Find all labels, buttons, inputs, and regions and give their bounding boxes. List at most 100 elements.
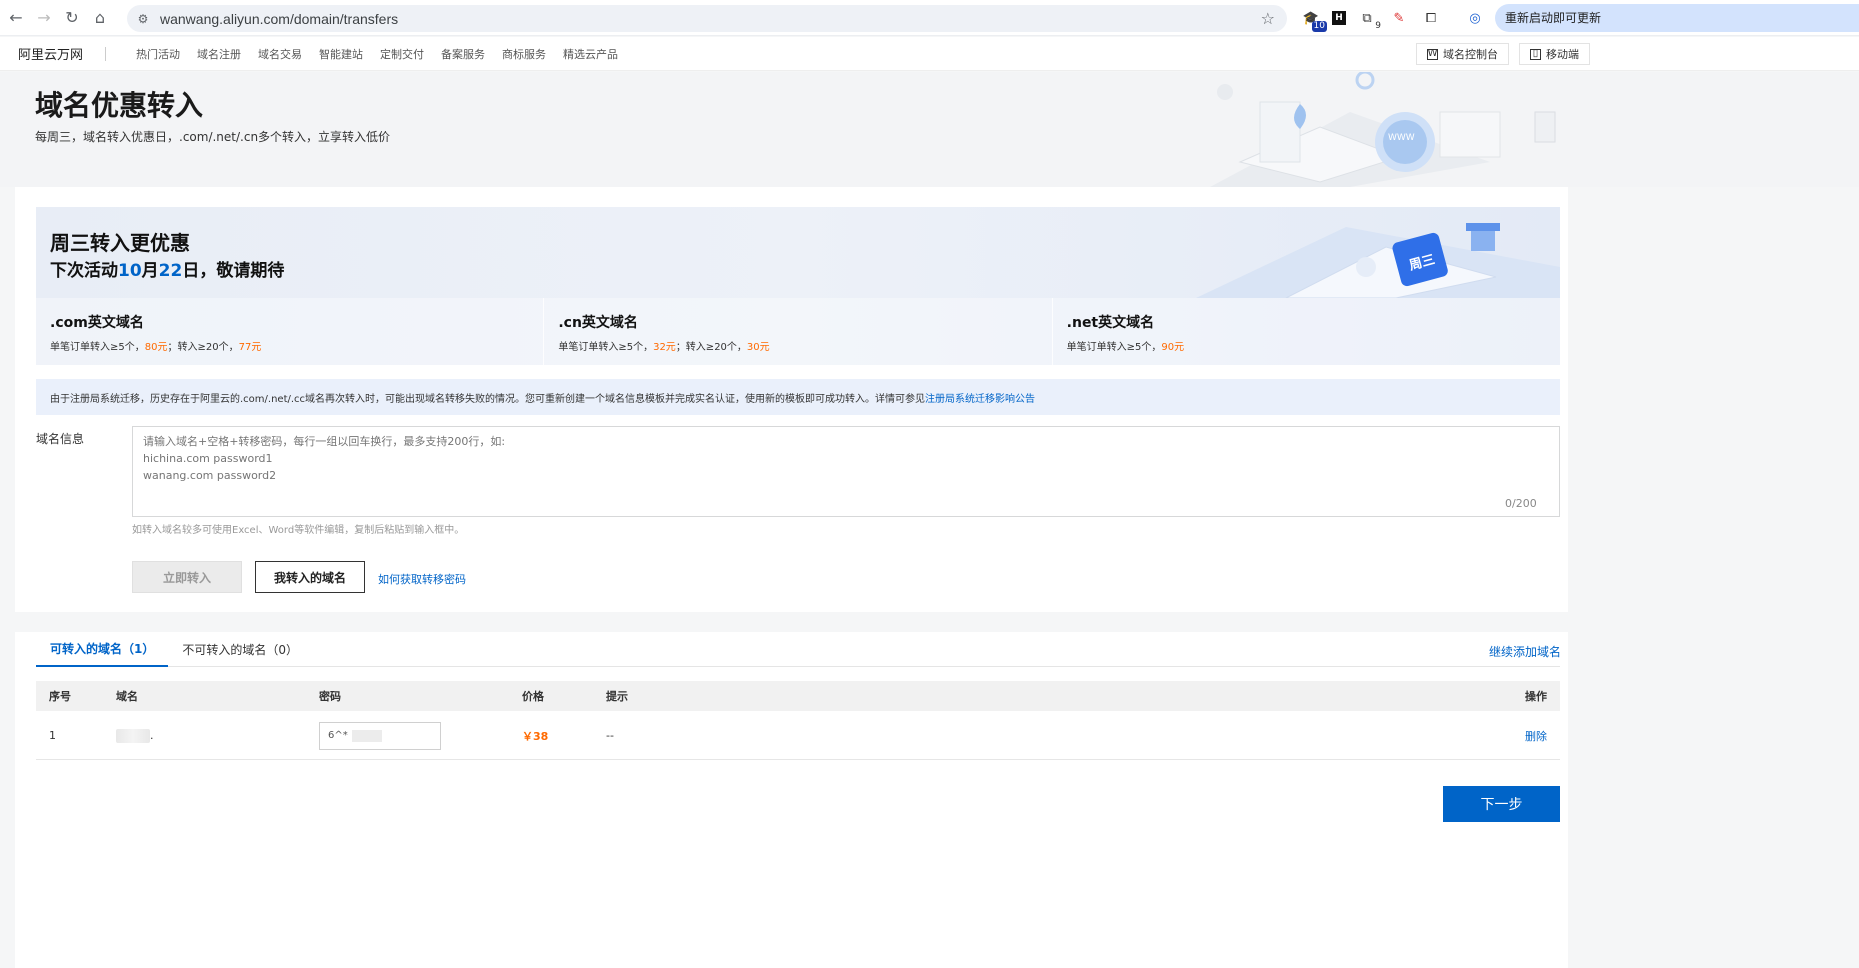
promo-cell-cn: .cn英文域名 单笔订单转入≥5个，32元；转入≥20个，30元 — [544, 298, 1053, 365]
my-transfers-button[interactable]: 我转入的域名 — [255, 561, 365, 593]
browser-toolbar: ← → ↻ ⌂ ⚙ wanwang.aliyun.com/domain/tran… — [0, 0, 1859, 36]
nav-item-custom-delivery[interactable]: 定制交付 — [380, 46, 424, 62]
promo-day: 22 — [158, 261, 183, 281]
promo-cell-desc: 单笔订单转入≥5个，80元；转入≥20个，77元 — [50, 338, 543, 353]
extension-icon-4[interactable]: ✎ — [1388, 7, 1410, 29]
address-bar[interactable]: ⚙ wanwang.aliyun.com/domain/transfers ☆ — [127, 5, 1287, 32]
price-text: 32元 — [653, 342, 676, 353]
hero-illustration: WWW — [1210, 72, 1556, 187]
url-text[interactable]: wanwang.aliyun.com/domain/transfers — [160, 11, 398, 27]
site-header: 阿里云万网 热门活动 域名注册 域名交易 智能建站 定制交付 备案服务 商标服务… — [0, 37, 1859, 71]
promo-cell-com: .com英文域名 单笔订单转入≥5个，80元；转入≥20个，77元 — [36, 298, 545, 365]
svg-text:WWW: WWW — [1388, 133, 1415, 143]
domain-list-card: 可转入的域名（1） 不可转入的域名（0） 继续添加域名 序号 域名 密码 价格 … — [15, 632, 1568, 968]
site-settings-icon[interactable]: ⚙ — [136, 12, 150, 26]
transfer-now-button[interactable]: 立即转入 — [132, 561, 242, 593]
nav-item-icp-filing[interactable]: 备案服务 — [441, 46, 485, 62]
home-icon[interactable]: ⌂ — [88, 6, 112, 30]
extension-icon-1[interactable]: 🎓 10 — [1300, 7, 1327, 32]
helper-text: 如转入域名较多可使用Excel、Word等软件编辑，复制后粘贴到输入框中。 — [132, 525, 465, 536]
nav-item-trademark[interactable]: 商标服务 — [502, 46, 546, 62]
mobile-icon: ▯ — [1530, 48, 1541, 60]
desc-text: 单笔订单转入≥5个， — [558, 342, 654, 353]
price-text: 80元 — [144, 342, 168, 353]
add-more-domains-link[interactable]: 继续添加域名 — [1489, 643, 1561, 660]
row-index: 1 — [49, 729, 56, 742]
back-icon[interactable]: ← — [4, 6, 28, 30]
mobile-button[interactable]: ▯ 移动端 — [1519, 43, 1590, 65]
desc-text: ；转入≥20个， — [167, 342, 239, 353]
extension-badge: 10 — [1311, 21, 1327, 32]
page-subtitle: 每周三，域名转入优惠日，.com/.net/.cn多个转入，立享转入低价 — [35, 130, 391, 144]
tab-non-transferable[interactable]: 不可转入的域名（0） — [168, 632, 312, 667]
col-index: 序号 — [49, 690, 71, 703]
promo-cell-desc: 单笔订单转入≥5个，32元；转入≥20个，30元 — [558, 338, 1051, 353]
nav-item-site-builder[interactable]: 智能建站 — [319, 46, 363, 62]
header-actions: W 域名控制台 ▯ 移动端 — [1416, 43, 1590, 65]
forward-icon[interactable]: → — [32, 6, 56, 30]
promo-next-date: 下次活动10月22日，敬请期待 — [50, 256, 284, 281]
price-text: 77元 — [238, 342, 262, 353]
row-domain: . — [116, 728, 154, 743]
migration-notice: 由于注册局系统迁移，历史存在于阿里云的.com/.net/.cc域名再次转入时，… — [36, 379, 1560, 415]
promo-cell-title: .net英文域名 — [1066, 315, 1155, 331]
page-title: 域名优惠转入 — [35, 89, 204, 122]
nav-item-domain-trade[interactable]: 域名交易 — [258, 46, 302, 62]
blurred-domain — [116, 728, 150, 743]
row-password: 6^* — [319, 721, 441, 750]
restart-update-button[interactable]: 重新启动即可更新 — [1495, 4, 1859, 32]
extensions-area: 🎓 10 H ⧉ 9 ✎ ⧠ ◎ — [1300, 7, 1486, 32]
promo-month-unit: 月 — [141, 261, 159, 281]
domain-console-label: 域名控制台 — [1443, 48, 1498, 61]
domain-console-button[interactable]: W 域名控制台 — [1416, 43, 1509, 65]
price-text: 90元 — [1161, 342, 1185, 353]
row-hint: -- — [606, 729, 614, 742]
blurred-password — [351, 729, 382, 742]
notice-text: 由于注册局系统迁移，历史存在于阿里云的.com/.net/.cc域名再次转入时，… — [50, 393, 926, 405]
profile-icon[interactable]: ◎ — [1464, 7, 1486, 29]
extension-icon-3[interactable]: ⧉ 9 — [1356, 7, 1383, 32]
bookmark-star-icon[interactable]: ☆ — [1261, 9, 1275, 28]
promo-cell-title: .com英文域名 — [50, 315, 144, 331]
console-icon: W — [1427, 48, 1438, 60]
next-step-button[interactable]: 下一步 — [1443, 786, 1560, 822]
how-to-get-auth-code-link[interactable]: 如何获取转移密码 — [378, 571, 466, 587]
promo-banner: 周三转入更优惠 下次活动10月22日，敬请期待 周三 .com英文域名 单笔订单… — [36, 207, 1560, 365]
transfer-form-card: 周三转入更优惠 下次活动10月22日，敬请期待 周三 .com英文域名 单笔订单… — [15, 187, 1568, 612]
mobile-label: 移动端 — [1546, 48, 1579, 61]
promo-cell-desc: 单笔订单转入≥5个，90元 — [1067, 338, 1560, 353]
promo-price-cells: .com英文域名 单笔订单转入≥5个，80元；转入≥20个，77元 .cn英文域… — [36, 298, 1560, 365]
promo-illustration: 周三 — [1196, 223, 1560, 298]
site-logo[interactable]: 阿里云万网 — [18, 44, 83, 63]
col-price: 价格 — [522, 690, 544, 703]
table-row: 1 . 6^* ￥38 -- 删除 — [36, 712, 1560, 760]
desc-text: ；转入≥20个， — [675, 342, 747, 353]
delete-link[interactable]: 删除 — [1525, 728, 1547, 744]
promo-month: 10 — [118, 261, 142, 281]
table-header: 序号 域名 密码 价格 提示 操作 — [36, 681, 1560, 711]
header-divider — [105, 46, 107, 61]
domain-info-textarea[interactable] — [132, 426, 1560, 517]
reload-icon[interactable]: ↻ — [60, 6, 84, 30]
col-domain: 域名 — [116, 690, 138, 703]
password-value: 6^* — [328, 730, 348, 741]
domain-info-label: 域名信息 — [36, 432, 85, 446]
domain-suffix: . — [150, 728, 154, 742]
domain-tabs: 可转入的域名（1） 不可转入的域名（0） — [36, 632, 1560, 667]
extension-badge: 9 — [1373, 21, 1383, 32]
main-nav: 热门活动 域名注册 域名交易 智能建站 定制交付 备案服务 商标服务 精选云产品 — [136, 46, 618, 62]
nav-item-cloud-products[interactable]: 精选云产品 — [563, 46, 618, 62]
hero-banner: 域名优惠转入 每周三，域名转入优惠日，.com/.net/.cn多个转入，立享转… — [0, 72, 1859, 187]
nav-item-domain-register[interactable]: 域名注册 — [197, 46, 241, 62]
promo-date-prefix: 下次活动 — [50, 261, 118, 281]
promo-title: 周三转入更优惠 — [50, 231, 190, 255]
col-action: 操作 — [1525, 690, 1547, 703]
notice-link[interactable]: 注册局系统迁移影响公告 — [925, 390, 1035, 405]
nav-item-hot-activity[interactable]: 热门活动 — [136, 46, 180, 62]
price-text: 30元 — [746, 342, 770, 353]
password-input[interactable]: 6^* — [319, 721, 441, 750]
extensions-puzzle-icon[interactable]: ⧠ — [1420, 7, 1442, 29]
extension-icon-2[interactable]: H — [1332, 11, 1346, 25]
desc-text: 单笔订单转入≥5个， — [1066, 342, 1162, 353]
tab-transferable[interactable]: 可转入的域名（1） — [36, 632, 169, 667]
